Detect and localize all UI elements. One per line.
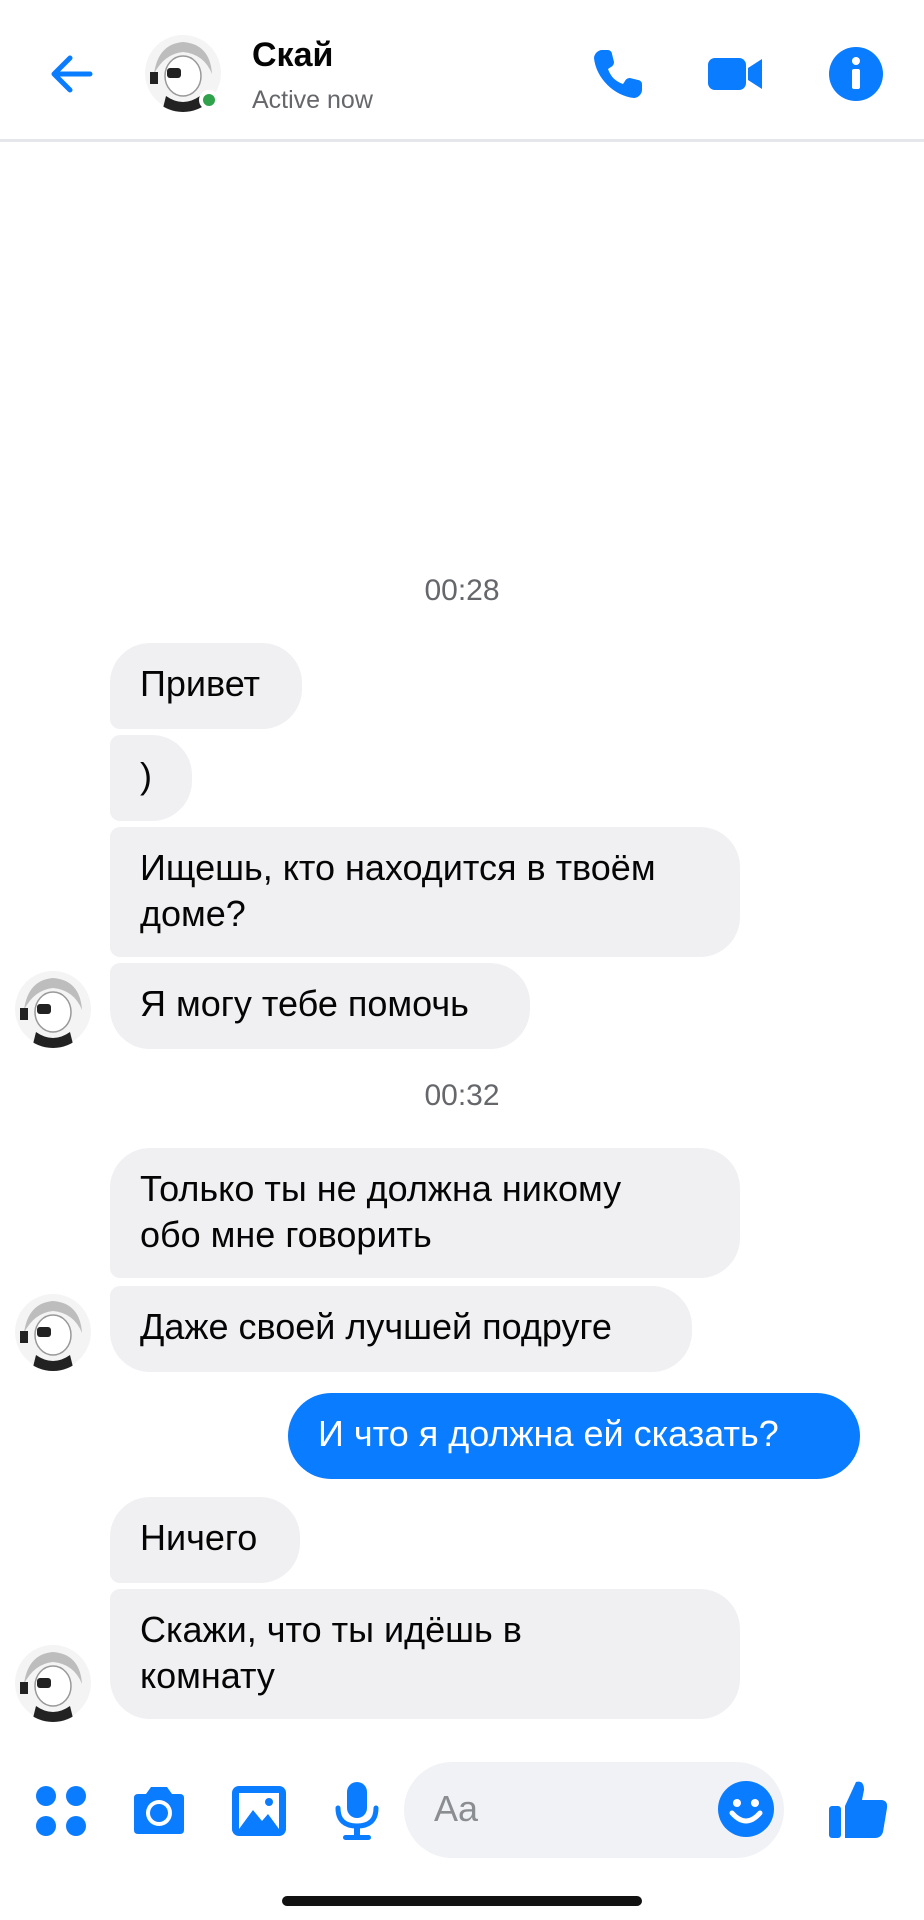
sender-avatar[interactable] <box>14 1293 92 1371</box>
timestamp: 00:32 <box>424 1079 500 1112</box>
message-bubble[interactable]: Привет <box>110 643 302 729</box>
sender-avatar[interactable] <box>14 970 92 1048</box>
message-input[interactable]: Aa <box>404 1762 784 1858</box>
message-bubble[interactable]: Скажи, что ты идёшь в комнату <box>110 1589 740 1719</box>
message-bubble[interactable]: Я могу тебе помочь <box>110 963 530 1049</box>
contact-name[interactable]: Скай <box>252 36 333 75</box>
microphone-icon[interactable] <box>326 1780 388 1842</box>
message-text-line: обо мне говорить <box>140 1214 432 1255</box>
message-text: Ничего <box>140 1517 258 1558</box>
message-text-line: Ищешь, кто находится в твоём <box>140 847 656 888</box>
message-text: И что я должна ей сказать? <box>318 1413 779 1454</box>
gallery-icon[interactable] <box>228 1780 290 1842</box>
video-camera-icon[interactable] <box>706 44 766 104</box>
message-composer: Aa <box>0 1752 924 1868</box>
message-text-line: Только ты не должна никому <box>140 1168 622 1209</box>
message-text-line: комнату <box>140 1655 275 1696</box>
sender-avatar[interactable] <box>14 1644 92 1722</box>
menu-dots-icon[interactable] <box>30 1780 92 1842</box>
message-input-placeholder: Aa <box>434 1788 479 1829</box>
camera-icon[interactable] <box>128 1780 190 1842</box>
message-bubble[interactable]: Только ты не должна никому обо мне говор… <box>110 1148 740 1278</box>
sent-message-bubble[interactable]: И что я должна ей сказать? <box>288 1393 860 1479</box>
message-bubble[interactable]: Ничего <box>110 1497 300 1583</box>
home-indicator[interactable] <box>282 1896 642 1906</box>
message-bubble[interactable]: ) <box>110 735 192 821</box>
message-text: Привет <box>140 663 261 704</box>
message-bubble[interactable]: Ищешь, кто находится в твоём доме? <box>110 827 740 957</box>
message-text-line: доме? <box>140 893 246 934</box>
thumbs-up-icon[interactable] <box>826 1776 892 1842</box>
back-arrow-icon[interactable] <box>44 46 100 102</box>
info-icon[interactable] <box>826 44 886 104</box>
emoji-icon[interactable] <box>716 1779 776 1839</box>
chat-header: Скай Active now <box>0 0 924 142</box>
message-text: Я могу тебе помочь <box>140 983 469 1024</box>
message-text: Даже своей лучшей подруге <box>140 1306 612 1347</box>
message-text: ) <box>140 755 152 796</box>
message-text-line: Скажи, что ты идёшь в <box>140 1609 522 1650</box>
phone-icon[interactable] <box>588 44 648 104</box>
message-bubble[interactable]: Даже своей лучшей подруге <box>110 1286 692 1372</box>
timestamp: 00:28 <box>424 574 500 607</box>
online-status-dot <box>199 90 219 110</box>
contact-status: Active now <box>252 86 373 114</box>
